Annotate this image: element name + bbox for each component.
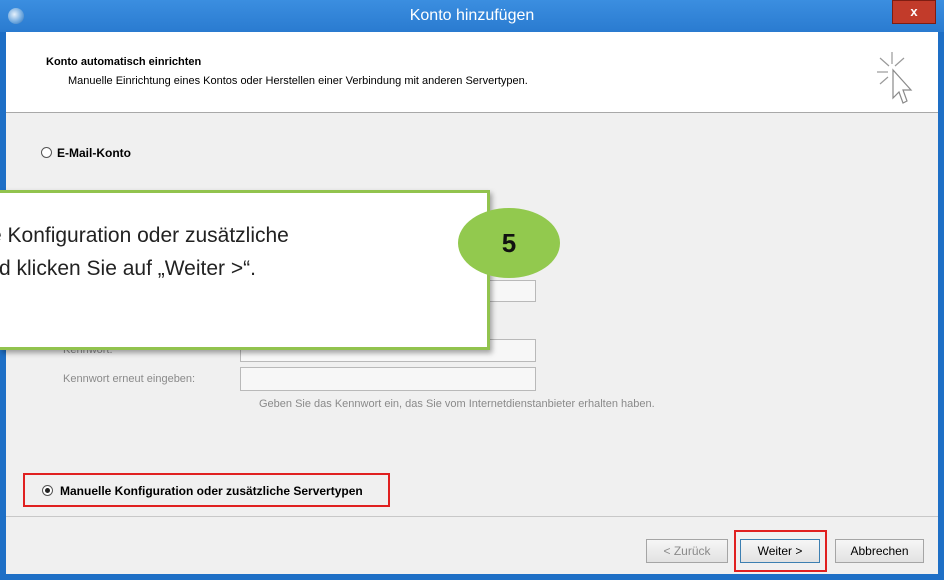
step-badge: 5: [458, 208, 560, 278]
close-button[interactable]: x: [892, 0, 936, 24]
manual-config-radio[interactable]: [42, 485, 53, 496]
cancel-button[interactable]: Abbrechen: [835, 539, 924, 563]
password-confirm-label: Kennwort erneut eingeben:: [63, 373, 196, 385]
cursor-sparkle-icon: [877, 52, 913, 104]
email-account-label[interactable]: E-Mail-Konto: [57, 146, 131, 160]
dialog-header: Konto automatisch einrichten Manuelle Ei…: [6, 32, 938, 113]
manual-config-label[interactable]: Manuelle Konfiguration oder zusätzliche …: [60, 484, 363, 498]
password-confirm-field[interactable]: [240, 367, 536, 391]
password-hint: Geben Sie das Kennwort ein, das Sie vom …: [259, 398, 655, 410]
callout-line-1: e Konfiguration oder zusätzliche: [0, 224, 289, 247]
window-title: Konto hinzufügen: [409, 7, 535, 24]
instruction-callout: e Konfiguration oder zusätzliche d klick…: [0, 190, 490, 350]
dialog-window: Konto hinzufügen x Konto automatisch ein…: [0, 0, 944, 580]
next-button[interactable]: Weiter >: [740, 539, 820, 563]
callout-line-2: d klicken Sie auf „Weiter >“.: [0, 257, 256, 280]
callout-text: e Konfiguration oder zusätzliche d klick…: [0, 219, 480, 285]
back-button[interactable]: < Zurück: [646, 539, 728, 563]
footer-separator: [6, 516, 938, 517]
header-title: Konto automatisch einrichten: [46, 56, 202, 68]
title-bar[interactable]: Konto hinzufügen x: [0, 0, 944, 32]
email-account-radio[interactable]: [41, 147, 52, 158]
header-subtitle: Manuelle Einrichtung eines Kontos oder H…: [68, 75, 528, 87]
